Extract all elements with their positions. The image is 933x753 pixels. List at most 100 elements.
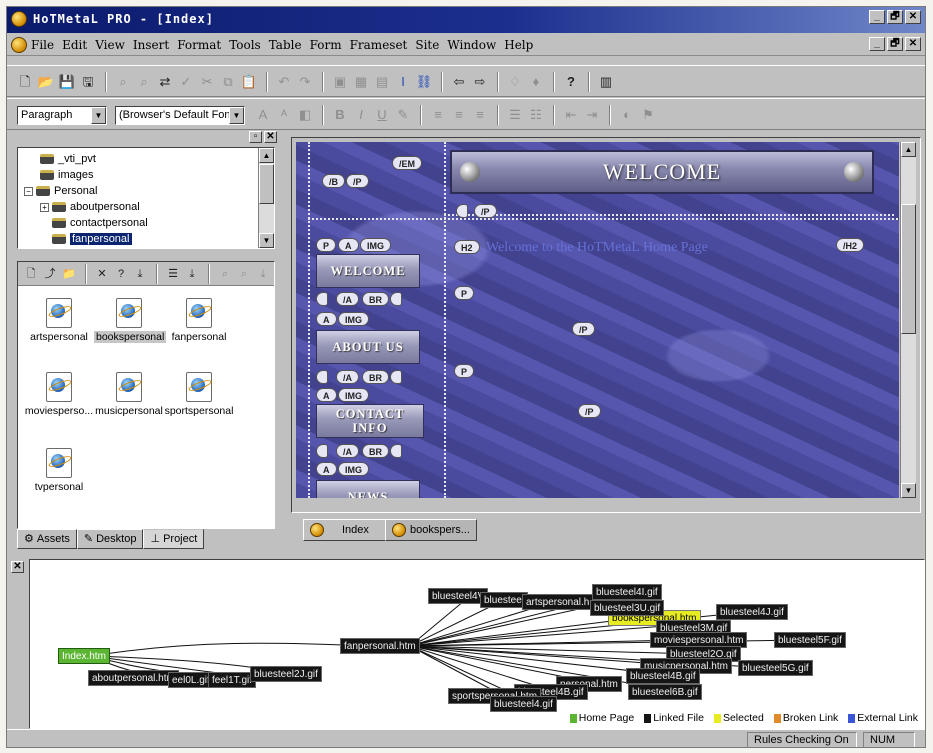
sitemap-node[interactable]: feel1T.gif — [208, 672, 257, 688]
forward-arrow-icon[interactable]: ⇨ — [470, 72, 490, 92]
html-tag-marker[interactable] — [456, 204, 468, 218]
scroll-up-icon[interactable]: ▲ — [259, 148, 274, 163]
redo-icon[interactable]: ↷ — [295, 72, 315, 92]
sitemap-node[interactable]: eel0L.gif — [168, 672, 214, 688]
sitemap-node[interactable]: bluesteel6B.gif — [628, 684, 702, 700]
menu-insert[interactable]: Insert — [133, 38, 169, 52]
html-tag-a-close[interactable]: /A — [336, 444, 359, 458]
html-tag-marker[interactable] — [390, 370, 402, 384]
replace-icon[interactable]: ⇄ — [155, 72, 175, 92]
delete-icon[interactable]: ✕ — [93, 264, 111, 284]
tree-item[interactable]: + aboutpersonal — [40, 199, 140, 215]
font-smaller-icon[interactable]: ᴬ — [274, 105, 294, 125]
nav-button-news[interactable]: NEWS — [316, 480, 420, 498]
tree-item[interactable]: _vti_pvt — [40, 151, 96, 167]
globe-icon[interactable]: ◐ — [617, 105, 637, 125]
pane-close-icon[interactable]: ✕ — [264, 131, 277, 143]
tree-item[interactable]: − Personal — [24, 183, 97, 199]
bold-icon[interactable]: B — [330, 105, 350, 125]
sitemap-node[interactable]: aboutpersonal.htm — [88, 670, 179, 686]
collapse-icon[interactable]: − — [24, 186, 33, 196]
tree-scrollbar[interactable]: ▲ ▼ — [258, 148, 274, 248]
italic-icon[interactable]: I — [351, 105, 371, 125]
html-tag-p-close[interactable]: /P — [474, 204, 497, 218]
insert-image-icon[interactable]: ▣ — [330, 72, 350, 92]
font-larger-icon[interactable]: A — [253, 105, 273, 125]
menu-window[interactable]: Window — [447, 38, 496, 52]
scroll-up-icon[interactable]: ▲ — [901, 142, 916, 157]
menu-view[interactable]: View — [95, 38, 125, 52]
html-tag-h2-close[interactable]: /H2 — [836, 238, 865, 252]
html-tag-a-close[interactable]: /A — [336, 370, 359, 384]
align-right-icon[interactable]: ≡ — [470, 105, 490, 125]
paragraph-style-select[interactable]: Paragraph ▼ — [17, 106, 107, 125]
nav-button-welcome[interactable]: WELCOME — [316, 254, 420, 288]
scroll-down-icon[interactable]: ▼ — [259, 233, 274, 248]
doc-restore-button[interactable]: 🗗 — [887, 37, 903, 51]
html-tag-marker[interactable] — [390, 444, 402, 458]
numbered-list-icon[interactable]: ☰ — [505, 105, 525, 125]
font-color-icon[interactable]: ◧ — [295, 105, 315, 125]
save-icon[interactable]: 💾 — [57, 72, 77, 92]
list-view-icon[interactable]: ☰ — [164, 264, 182, 284]
file-item[interactable]: moviesperso... — [24, 372, 94, 417]
download-icon[interactable]: ⤓ — [131, 264, 149, 284]
sitemap-node[interactable]: bluesteel4B.gif — [626, 668, 700, 684]
html-tag-b-close[interactable]: /B — [322, 174, 345, 188]
sitemap-node-hub[interactable]: fanpersonal.htm — [340, 638, 420, 654]
menu-help[interactable]: Help — [504, 38, 533, 52]
menu-tools[interactable]: Tools — [229, 38, 261, 52]
file-item[interactable]: fanpersonal — [164, 298, 234, 343]
page-canvas[interactable]: /EM /B /P WELCOME /P H2 Welcome to the H… — [296, 142, 899, 498]
indent-icon[interactable]: ⇥ — [582, 105, 602, 125]
zoom-out-icon[interactable]: ⤓ — [254, 264, 272, 284]
chevron-down-icon[interactable]: ▼ — [91, 107, 106, 124]
pane-restore-icon[interactable]: ▫ — [249, 131, 262, 143]
html-tag-a-close[interactable]: /A — [336, 292, 359, 306]
undo-icon[interactable]: ↶ — [274, 72, 294, 92]
help-icon[interactable]: ? — [561, 72, 581, 92]
menu-frameset[interactable]: Frameset — [350, 38, 408, 52]
insert-link-icon[interactable]: ⛓ — [414, 72, 434, 92]
insert-object-icon[interactable]: ▦ — [351, 72, 371, 92]
html-tag-marker[interactable] — [316, 370, 328, 384]
new-page-icon[interactable]: 🗋 — [22, 264, 40, 284]
html-tag-br[interactable]: BR — [362, 370, 389, 384]
html-tag-img[interactable]: IMG — [338, 312, 369, 326]
highlight-icon[interactable]: ✎ — [393, 105, 413, 125]
close-button[interactable]: ✕ — [905, 10, 921, 24]
doc-close-button[interactable]: ✕ — [905, 37, 921, 51]
sitemap-close-icon[interactable]: ✕ — [11, 561, 24, 573]
html-tag-img[interactable]: IMG — [360, 238, 391, 252]
html-tag-marker[interactable] — [390, 292, 402, 306]
html-tag-p[interactable]: P — [454, 286, 475, 300]
new-folder-icon[interactable]: 📁 — [60, 264, 78, 284]
sitemap-node[interactable]: bluesteel5F.gif — [774, 632, 846, 648]
cut-icon[interactable]: ✂ — [197, 72, 217, 92]
sitemap-node[interactable]: bluesteel4I.gif — [592, 584, 662, 600]
html-tag-h2[interactable]: H2 — [454, 240, 480, 254]
nav-button-contact-info[interactable]: CONTACT INFO — [316, 404, 424, 438]
html-tag-em-close[interactable]: /EM — [392, 156, 423, 170]
sitemap-node[interactable]: bluesteel5G.gif — [738, 660, 813, 676]
html-tag-a[interactable]: A — [338, 238, 359, 252]
html-tag-p-close[interactable]: /P — [572, 322, 595, 336]
html-tag-p-close[interactable]: /P — [346, 174, 369, 188]
file-item[interactable]: sportspersonal — [164, 372, 234, 417]
site-map-view[interactable]: Index.htm fanpersonal.htm bookspersonal.… — [29, 559, 925, 729]
check-links-icon[interactable]: ♦ — [526, 72, 546, 92]
scroll-thumb[interactable] — [259, 164, 274, 204]
tab-assets[interactable]: ⚙ Assets — [17, 529, 77, 549]
spell-check-icon[interactable]: ✓ — [176, 72, 196, 92]
minimize-button[interactable]: _ — [869, 10, 885, 24]
file-item[interactable]: tvpersonal — [24, 448, 94, 493]
scroll-down-icon[interactable]: ▼ — [901, 483, 916, 498]
tab-project[interactable]: ⊥ Project — [143, 529, 205, 549]
tree-item[interactable]: contactpersonal — [52, 215, 148, 231]
html-tag-marker[interactable] — [316, 444, 328, 458]
insert-table-icon[interactable]: ▤ — [372, 72, 392, 92]
html-tag-img[interactable]: IMG — [338, 388, 369, 402]
doc-minimize-button[interactable]: _ — [869, 37, 885, 51]
menu-format[interactable]: Format — [177, 38, 221, 52]
back-arrow-icon[interactable]: ⇦ — [449, 72, 469, 92]
